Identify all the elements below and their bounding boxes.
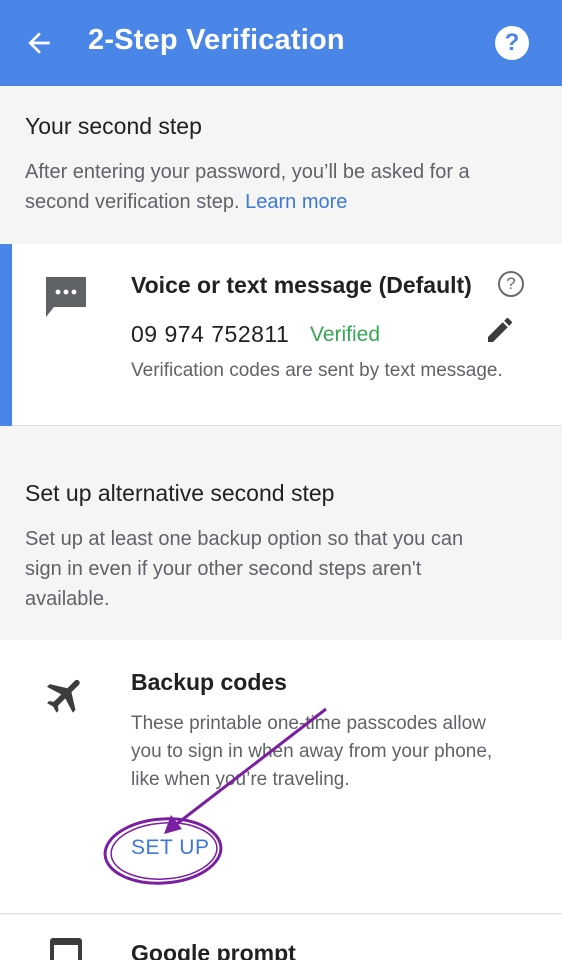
backup-desc-line: you to sign in when away from your phone… [131, 741, 493, 762]
alternative-desc-line: sign in even if your other second steps … [25, 558, 422, 580]
alternative-desc-line: Set up at least one backup option so tha… [25, 528, 464, 550]
second-step-desc-text: second verification step. [25, 191, 240, 213]
backup-desc-line: These printable one-time passcodes allow [131, 713, 486, 734]
default-accent-bar [0, 244, 12, 426]
voice-card-description: Verification codes are sent by text mess… [131, 360, 503, 381]
backup-desc-line: like when you’re traveling. [131, 769, 350, 790]
back-arrow-icon[interactable] [22, 27, 56, 59]
alternative-description: Set up at least one backup option so tha… [25, 524, 463, 614]
set-up-button[interactable]: SET UP [131, 836, 209, 860]
second-step-desc-line: second verification step. Learn more [25, 187, 470, 217]
second-step-heading: Your second step [25, 113, 202, 139]
phone-device-icon [50, 938, 82, 960]
second-step-description: After entering your password, you’ll be … [25, 157, 470, 217]
voice-card-title: Voice or text message (Default) [131, 272, 472, 298]
backup-codes-description: These printable one-time passcodes allow… [131, 710, 492, 794]
google-prompt-title: Google prompt [131, 940, 296, 960]
help-icon[interactable]: ? [495, 26, 529, 60]
alternative-desc-line: available. [25, 588, 110, 610]
learn-more-link[interactable]: Learn more [245, 191, 347, 213]
phone-number: 09 974 752811 [131, 321, 290, 347]
backup-codes-title: Backup codes [131, 669, 287, 695]
app-bar: 2-Step Verification ? [0, 0, 562, 86]
second-step-desc-line: After entering your password, you’ll be … [25, 161, 470, 183]
message-icon [46, 277, 86, 317]
question-circle-icon[interactable]: ? [498, 271, 524, 297]
alternative-heading: Set up alternative second step [25, 480, 335, 506]
edit-pencil-icon[interactable] [484, 314, 516, 346]
verified-status: Verified [310, 323, 381, 346]
airplane-icon [47, 679, 80, 713]
page-title: 2-Step Verification [88, 24, 345, 56]
